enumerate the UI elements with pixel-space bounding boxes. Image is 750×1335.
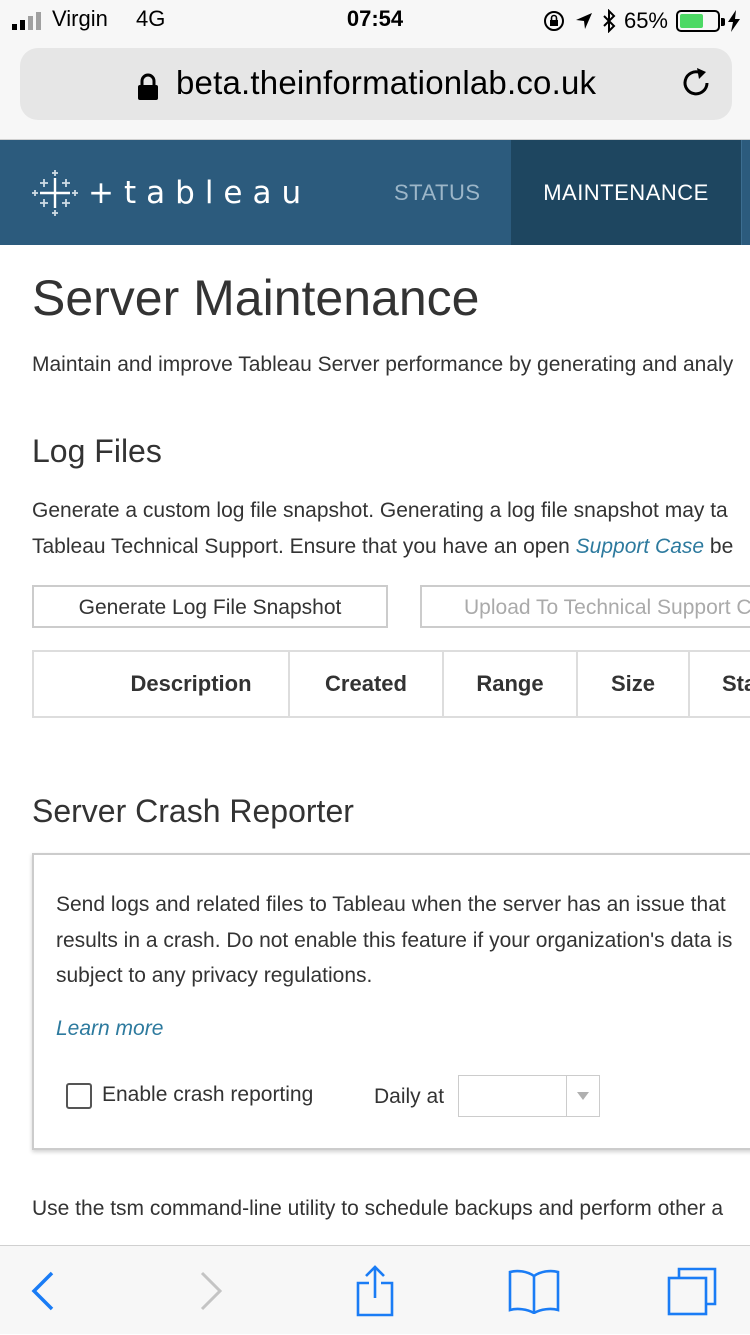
crash-reporter-panel: Send logs and related files to Tableau w… [32, 853, 750, 1150]
back-button[interactable] [18, 1246, 68, 1335]
page-title: Server Maintenance [32, 270, 480, 326]
nav-overflow-edge [741, 140, 750, 245]
status-bar: Virgin 4G 07:54 65% [0, 0, 750, 40]
lock-icon [138, 73, 158, 100]
bluetooth-icon [603, 9, 616, 33]
column-header-created[interactable]: Created [290, 652, 444, 716]
daily-time-select[interactable] [458, 1075, 600, 1117]
column-header-description[interactable]: Description [34, 652, 290, 716]
tableau-wordmark: +tableau [88, 175, 312, 211]
charging-icon [728, 10, 740, 32]
location-icon [575, 13, 592, 29]
carrier-name: Virgin [52, 6, 108, 31]
tableau-cross-icon [32, 170, 78, 216]
learn-more-link[interactable]: Learn more [56, 1017, 163, 1041]
app-header: +tableau STATUS MAINTENANCE [0, 140, 750, 245]
page-content: Server Maintenance Maintain and improve … [0, 245, 750, 1245]
nav-tab-status[interactable]: STATUS [394, 140, 481, 245]
battery-percent: 65% [623, 8, 668, 33]
tableau-logo[interactable]: +tableau [32, 170, 311, 216]
log-files-description-line-1: Generate a custom log file snapshot. Gen… [32, 499, 728, 522]
share-icon [356, 1264, 394, 1316]
column-header-range[interactable]: Range [444, 652, 578, 716]
bookmarks-button[interactable] [504, 1246, 564, 1335]
enable-crash-reporting-checkbox[interactable] [66, 1083, 92, 1109]
browser-address-area: beta.theinformationlab.co.uk [0, 40, 750, 140]
address-bar[interactable]: beta.theinformationlab.co.uk [20, 48, 732, 120]
log-files-heading: Log Files [32, 433, 162, 469]
log-files-table-header: Description Created Range Size Sta [32, 650, 750, 718]
enable-crash-reporting-label[interactable]: Enable crash reporting [102, 1083, 313, 1107]
tsm-footer-text: Use the tsm command-line utility to sche… [32, 1197, 724, 1220]
orientation-lock-icon [543, 11, 564, 31]
tabs-button[interactable] [662, 1246, 722, 1335]
back-icon [31, 1271, 54, 1310]
bookmarks-icon [508, 1269, 560, 1314]
generate-log-snapshot-button[interactable]: Generate Log File Snapshot [32, 585, 388, 628]
nav-tab-maintenance[interactable]: MAINTENANCE [511, 140, 741, 245]
battery-icon [676, 10, 725, 32]
crash-description-line-1: Send logs and related files to Tableau w… [56, 893, 726, 916]
signal-strength-icon [12, 12, 41, 30]
page-intro: Maintain and improve Tableau Server perf… [32, 353, 734, 376]
crash-reporter-heading: Server Crash Reporter [32, 793, 354, 829]
tabs-icon [667, 1267, 717, 1315]
forward-icon [200, 1271, 223, 1310]
crash-description-line-2: results in a crash. Do not enable this f… [56, 929, 733, 952]
column-header-size[interactable]: Size [578, 652, 690, 716]
chevron-down-icon [577, 1092, 589, 1100]
forward-button[interactable] [186, 1246, 236, 1335]
daily-at-label: Daily at [374, 1085, 445, 1108]
status-icons: 65% [542, 6, 740, 36]
url-text[interactable]: beta.theinformationlab.co.uk [176, 64, 596, 102]
crash-description-line-3: subject to any privacy regulations. [56, 964, 373, 987]
upload-to-support-button[interactable]: Upload To Technical Support C [420, 585, 750, 628]
browser-toolbar [0, 1245, 750, 1334]
support-case-link[interactable]: Support Case [576, 535, 704, 558]
network-type: 4G [136, 6, 166, 31]
reload-icon[interactable] [680, 66, 714, 100]
column-header-status[interactable]: Sta [690, 652, 750, 716]
log-files-description-line-2: Tableau Technical Support. Ensure that y… [32, 535, 734, 558]
share-button[interactable] [348, 1246, 402, 1335]
